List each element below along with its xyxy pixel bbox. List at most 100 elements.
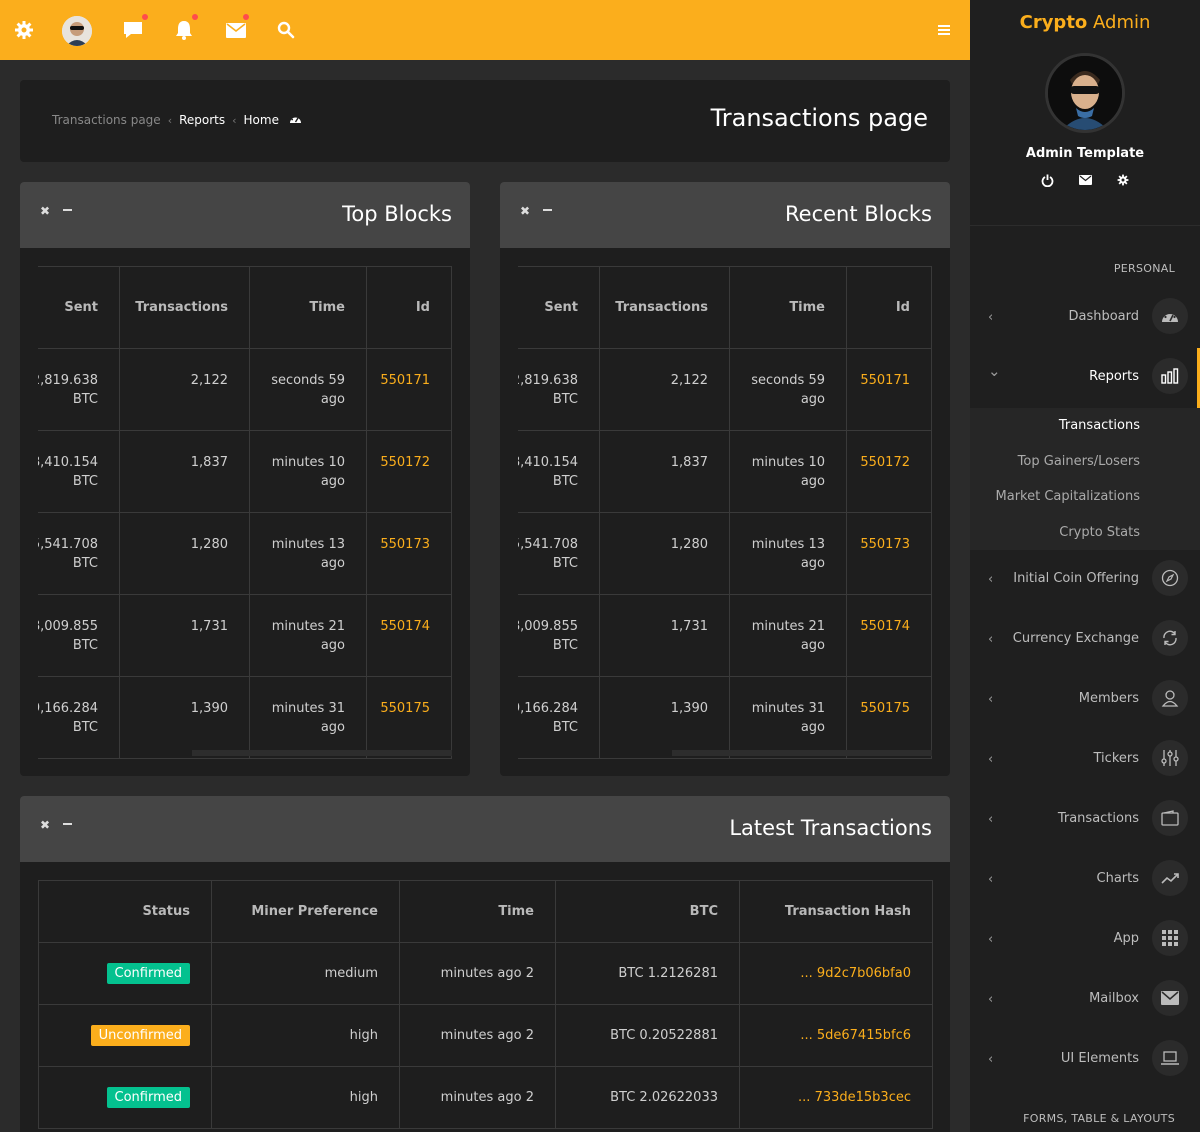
- cell-time: minutes ago 2: [399, 1004, 556, 1067]
- sidebar-item-app[interactable]: ‹ App: [970, 910, 1200, 970]
- chevron-left-icon: ‹: [232, 113, 237, 127]
- cell-id-link[interactable]: 550173: [366, 512, 452, 595]
- cell-id-link[interactable]: 550174: [366, 594, 452, 677]
- column-header-id[interactable]: Id: [846, 266, 932, 349]
- cell-hash-link[interactable]: ... 9d2c7b06bfa0: [739, 942, 933, 1005]
- breadcrumb-item-reports[interactable]: Reports: [179, 113, 225, 127]
- top-blocks-panel: ✖ Top Blocks Sent Transactions Time Id 2…: [20, 182, 470, 776]
- sidebar-item-label: Members: [1078, 691, 1139, 706]
- cell-id-link[interactable]: 550172: [366, 430, 452, 513]
- sidebar-item-tickers[interactable]: ‹ Tickers: [970, 730, 1200, 790]
- column-header-sent[interactable]: Sent: [518, 266, 600, 349]
- cell-sent: 8,009.855 BTC: [518, 594, 600, 677]
- table-row[interactable]: 8,009.855 BTC 1,731 minutes 21 ago 550174: [38, 594, 452, 677]
- submenu-item-crypto-stats[interactable]: Crypto Stats: [1059, 525, 1140, 540]
- sidebar-item-label: Dashboard: [1068, 309, 1139, 324]
- column-header-sent[interactable]: Sent: [38, 266, 120, 349]
- close-icon[interactable]: ✖: [520, 204, 530, 218]
- cell-id-link[interactable]: 550175: [846, 676, 932, 759]
- settings-icon[interactable]: [1115, 172, 1131, 188]
- table-row[interactable]: 8,410.154 BTC 1,837 minutes 10 ago 550172: [38, 430, 452, 513]
- column-header-time[interactable]: Time: [249, 266, 367, 349]
- table-row[interactable]: 15,541.708BTC1,280minutes 13ago550173: [38, 512, 452, 595]
- column-header-time[interactable]: Time: [729, 266, 847, 349]
- sidebar-item-charts[interactable]: ‹ Charts: [970, 850, 1200, 910]
- cell-id-link[interactable]: 550172: [846, 430, 932, 513]
- power-icon[interactable]: [1039, 172, 1055, 188]
- close-icon[interactable]: ✖: [40, 204, 50, 218]
- table-row[interactable]: 8,009.855 BTC 1,731 minutes 21 ago 550174: [518, 594, 932, 677]
- cell-id-link[interactable]: 550171: [846, 348, 932, 431]
- brand-logo[interactable]: Crypto Admin: [970, 12, 1200, 33]
- table-row[interactable]: 22,819.638BTC2,122seconds 59ago550171: [518, 348, 932, 431]
- breadcrumb-item-home[interactable]: Home: [244, 113, 279, 127]
- table-row[interactable]: Confirmed high minutes ago 2 BTC 2.02622033…: [38, 1066, 933, 1129]
- chat-icon[interactable]: [119, 16, 147, 44]
- sidebar-item-reports[interactable]: ⌄ Reports: [970, 348, 1200, 408]
- table-row[interactable]: 22,819.638BTC2,122seconds 59ago550171: [38, 348, 452, 431]
- bell-notification-dot: [192, 14, 198, 20]
- cell-time: minutes 13 ago: [729, 512, 847, 595]
- sidebar-item-mailbox[interactable]: ‹ Mailbox: [970, 970, 1200, 1030]
- table-row[interactable]: 9,166.284 BTC 1,390 minutes 31 ago 550175: [518, 676, 932, 759]
- minimize-icon[interactable]: [63, 823, 72, 825]
- cell-sent: 8,410.154 BTC: [518, 430, 600, 513]
- table-scroll-area[interactable]: Sent Transactions Time Id 22,819.638BTC2…: [518, 266, 932, 760]
- cell-status: Confirmed: [38, 1066, 212, 1129]
- bell-icon[interactable]: [170, 16, 198, 44]
- cell-transactions: 1,390: [599, 676, 730, 759]
- horizontal-scrollbar[interactable]: [192, 750, 452, 756]
- column-header-transactions[interactable]: Transactions: [599, 266, 730, 349]
- panel-header: ✖ Latest Transactions: [20, 796, 950, 862]
- chevron-left-icon: ‹: [988, 572, 994, 587]
- sidebar-item-initial-coin-offering[interactable]: ‹ Initial Coin Offering: [970, 550, 1200, 610]
- table-row[interactable]: Confirmed medium minutes ago 2 BTC 1.212628…: [38, 942, 933, 1005]
- cell-id-link[interactable]: 550171: [366, 348, 452, 431]
- cell-id-link[interactable]: 550175: [366, 676, 452, 759]
- column-header-time[interactable]: Time: [399, 880, 556, 943]
- menu-icon[interactable]: [930, 16, 958, 44]
- minimize-icon[interactable]: [543, 209, 552, 211]
- sidebar-item-label: Currency Exchange: [1012, 631, 1139, 646]
- table-row[interactable]: 8,410.154 BTC 1,837 minutes 10 ago 550172: [518, 430, 932, 513]
- sidebar-item-members[interactable]: ‹ Members: [970, 670, 1200, 730]
- column-header-id[interactable]: Id: [366, 266, 452, 349]
- search-icon[interactable]: [272, 16, 300, 44]
- cell-hash-link[interactable]: ... 733de15b3cec: [739, 1066, 933, 1129]
- sidebar-item-ui-elements[interactable]: ‹ UI Elements: [970, 1030, 1200, 1090]
- cell-sent: 9,166.284 BTC: [38, 676, 120, 759]
- page-title: Transactions page: [710, 104, 928, 132]
- sidebar-item-transactions[interactable]: ‹ Transactions: [970, 790, 1200, 850]
- sidebar-item-currency-exchange[interactable]: ‹ Currency Exchange: [970, 610, 1200, 670]
- column-header-btc[interactable]: BTC: [555, 880, 740, 943]
- close-icon[interactable]: ✖: [40, 818, 50, 832]
- minimize-icon[interactable]: [63, 209, 72, 211]
- sliders-icon: [1152, 740, 1188, 776]
- sidebar-item-dashboard[interactable]: ‹ Dashboard: [970, 288, 1200, 348]
- mail-icon[interactable]: [1077, 172, 1093, 188]
- submenu-item-market-capitalizations[interactable]: Market Capitalizations: [996, 489, 1140, 504]
- grid-icon: [1152, 920, 1188, 956]
- table-scroll-area[interactable]: Sent Transactions Time Id 22,819.638BTC2…: [38, 266, 452, 760]
- brand-name-bold: Crypto: [1019, 12, 1088, 33]
- avatar[interactable]: [62, 16, 92, 46]
- settings-icon[interactable]: [10, 16, 38, 44]
- horizontal-scrollbar[interactable]: [672, 750, 932, 756]
- cell-hash-link[interactable]: ... 5de67415bfc6: [739, 1004, 933, 1067]
- table-row[interactable]: 9,166.284 BTC 1,390 minutes 31 ago 550175: [38, 676, 452, 759]
- cell-id-link[interactable]: 550173: [846, 512, 932, 595]
- submenu-item-top-gainers-losers[interactable]: Top Gainers/Losers: [1018, 454, 1140, 469]
- table-row[interactable]: Unconfirmed high minutes ago 2 BTC 0.205228…: [38, 1004, 933, 1067]
- column-header-miner-preference[interactable]: Miner Preference: [211, 880, 400, 943]
- compass-icon: [1152, 560, 1188, 596]
- mail-icon[interactable]: [222, 16, 250, 44]
- column-header-status[interactable]: Status: [38, 880, 212, 943]
- column-header-transaction-hash[interactable]: Transaction Hash: [739, 880, 933, 943]
- cell-time: minutes 10 ago: [249, 430, 367, 513]
- profile-avatar[interactable]: [1045, 53, 1125, 133]
- cell-sent: 8,009.855 BTC: [38, 594, 120, 677]
- submenu-item-transactions[interactable]: Transactions: [1059, 418, 1140, 433]
- cell-id-link[interactable]: 550174: [846, 594, 932, 677]
- column-header-transactions[interactable]: Transactions: [119, 266, 250, 349]
- table-row[interactable]: 15,541.708BTC1,280minutes 13ago550173: [518, 512, 932, 595]
